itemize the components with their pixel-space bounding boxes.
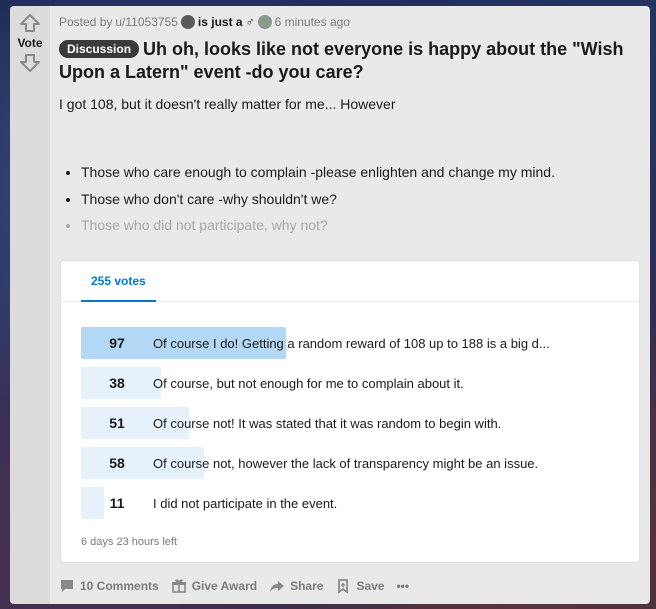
more-icon: ••• bbox=[396, 579, 410, 593]
posted-by-prefix: Posted by bbox=[59, 15, 113, 29]
vote-column: Vote bbox=[10, 6, 50, 604]
post-body: I got 108, but it doesn't really matter … bbox=[59, 96, 396, 112]
poll-option[interactable]: 97 Of course I do! Getting a random rewa… bbox=[81, 327, 621, 359]
save-label: Save bbox=[356, 579, 385, 593]
post-title-row[interactable]: Discussion Uh oh, looks like not everyone… bbox=[59, 38, 640, 84]
poll-time-left: 6 days 23 hours left bbox=[81, 536, 178, 548]
vote-label: Vote bbox=[17, 36, 43, 50]
bullet-item: Those who don't care -why shouldn't we? bbox=[81, 189, 640, 209]
poll-option[interactable]: 51 Of course not! It was stated that it … bbox=[81, 407, 621, 439]
user-flair: is just a bbox=[197, 15, 243, 29]
give-award-button[interactable]: Give Award bbox=[171, 578, 257, 594]
poll-option-count: 38 bbox=[109, 375, 125, 391]
post-actions: 10 Comments Give Award Share Save ••• bbox=[59, 578, 409, 594]
post-content: Posted by u/11053755 is just a ♂ 6 minut… bbox=[59, 6, 640, 242]
comments-label: 10 Comments bbox=[80, 579, 159, 593]
comments-button[interactable]: 10 Comments bbox=[59, 578, 159, 594]
downvote-icon[interactable] bbox=[18, 54, 42, 72]
poll-option-count: 51 bbox=[109, 415, 125, 431]
post-card: Vote Posted by u/11053755 is just a ♂ 6 … bbox=[10, 6, 650, 604]
upvote-icon[interactable] bbox=[18, 14, 42, 32]
post-bullet-list: Those who care enough to complain -pleas… bbox=[59, 162, 640, 235]
bullet-item: Those who care enough to complain -pleas… bbox=[81, 162, 640, 182]
more-options-button[interactable]: ••• bbox=[396, 579, 409, 593]
bookmark-icon bbox=[335, 578, 351, 594]
save-button[interactable]: Save bbox=[335, 578, 384, 594]
poll-option-label: Of course not! It was stated that it was… bbox=[153, 415, 502, 431]
tab-votes[interactable]: 255 votes bbox=[81, 261, 156, 302]
poll-option[interactable]: 58 Of course not, however the lack of tr… bbox=[81, 447, 621, 479]
poll-option[interactable]: 11 I did not participate in the event. bbox=[81, 487, 621, 519]
comment-icon bbox=[59, 578, 75, 594]
share-icon bbox=[269, 578, 285, 594]
poll-option-label: Of course, but not enough for me to comp… bbox=[153, 375, 464, 391]
flair-emoji-icon bbox=[257, 15, 272, 29]
poll-option[interactable]: 38 Of course, but not enough for me to c… bbox=[81, 367, 621, 399]
poll-option-count: 11 bbox=[109, 495, 125, 511]
author-link[interactable]: u/11053755 bbox=[115, 15, 178, 29]
give-award-label: Give Award bbox=[191, 579, 258, 593]
poll-option-label: Of course I do! Getting a random reward … bbox=[153, 335, 550, 351]
gift-icon bbox=[171, 578, 187, 594]
bullet-item: Those who did not participate, why not? bbox=[81, 215, 640, 235]
share-label: Share bbox=[290, 579, 324, 593]
flair-avatar-icon bbox=[180, 15, 195, 29]
poll-option-count: 58 bbox=[109, 455, 125, 471]
post-time[interactable]: 6 minutes ago bbox=[275, 15, 350, 29]
post-title[interactable]: Uh oh, looks like not everyone is happy … bbox=[59, 39, 623, 82]
poll-options: 97 Of course I do! Getting a random rewa… bbox=[81, 327, 621, 527]
poll-option-count: 97 bbox=[109, 335, 125, 351]
share-button[interactable]: Share bbox=[269, 578, 323, 594]
flair-symbol-icon: ♂ bbox=[245, 15, 255, 29]
poll-option-label: Of course not, however the lack of trans… bbox=[153, 455, 539, 471]
post-meta: Posted by u/11053755 is just a ♂ 6 minut… bbox=[59, 15, 640, 29]
poll-option-label: I did not participate in the event. bbox=[153, 495, 338, 511]
post-flair-tag[interactable]: Discussion bbox=[59, 40, 140, 58]
poll-widget: 255 votes 97 Of course I do! Getting a r… bbox=[60, 260, 640, 563]
poll-tabs: 255 votes bbox=[61, 261, 639, 302]
